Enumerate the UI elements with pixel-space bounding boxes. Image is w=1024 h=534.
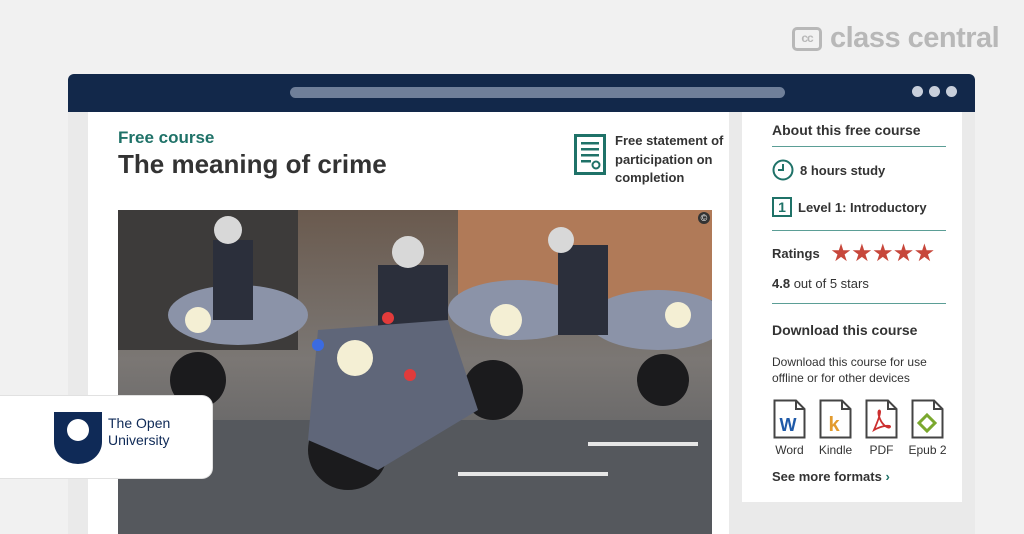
- star-icon: ★: [894, 242, 913, 265]
- level-row: 1 Level 1: Introductory: [772, 197, 946, 217]
- course-level: Level 1: Introductory: [798, 199, 927, 215]
- star-icon: ★: [873, 242, 893, 265]
- window-controls: [912, 86, 957, 97]
- format-word[interactable]: W Word: [772, 399, 807, 457]
- course-hero-image: ©: [118, 210, 712, 534]
- kindle-icon: k: [819, 399, 852, 439]
- open-university-logo-icon: [54, 412, 102, 464]
- level-number-icon: 1: [772, 197, 792, 217]
- download-formats: W Word k Kindle PDF Epub 2: [772, 399, 947, 457]
- class-central-brand[interactable]: cc class central: [792, 22, 1000, 55]
- rating-suffix: out of 5 stars: [793, 276, 869, 291]
- format-label: PDF: [869, 443, 894, 457]
- about-heading: About this free course: [772, 122, 921, 138]
- svg-text:k: k: [828, 414, 840, 436]
- window-dot-icon: [929, 86, 940, 97]
- divider: [772, 230, 946, 231]
- ratings-row: Ratings ★ ★ ★ ★ ★: [772, 243, 946, 264]
- address-bar[interactable]: [290, 87, 785, 98]
- publisher-badge[interactable]: The Open University: [0, 396, 212, 478]
- star-rating: ★ ★ ★ ★ ★: [832, 243, 934, 264]
- divider: [772, 146, 946, 147]
- course-title: The meaning of crime: [118, 149, 387, 179]
- chevron-right-icon: ›: [885, 469, 890, 484]
- star-icon: ★: [914, 242, 934, 265]
- brand-name: class central: [830, 22, 1000, 54]
- certificate-text: Free statement of participation on compl…: [615, 133, 724, 185]
- format-epub[interactable]: Epub 2: [908, 399, 947, 457]
- rating-summary: 4.8 out of 5 stars: [772, 276, 946, 291]
- format-kindle[interactable]: k Kindle: [818, 399, 853, 457]
- divider: [772, 303, 946, 304]
- ratings-label: Ratings: [772, 246, 820, 261]
- rating-value: 4.8: [772, 276, 791, 291]
- study-time: 8 hours study: [800, 162, 886, 178]
- see-more-formats-label: See more formats: [772, 469, 882, 484]
- svg-text:W: W: [780, 415, 797, 435]
- star-icon: ★: [852, 242, 872, 265]
- see-more-formats-link[interactable]: See more formats ›: [772, 469, 890, 484]
- word-icon: W: [773, 399, 806, 439]
- study-time-row: 8 hours study: [772, 159, 946, 181]
- star-icon: ★: [831, 242, 851, 265]
- download-heading: Download this course: [772, 322, 918, 338]
- publisher-name-line: University: [108, 432, 170, 448]
- format-label: Word: [775, 443, 804, 457]
- publisher-name-line: The Open: [108, 415, 171, 431]
- format-pdf[interactable]: PDF: [864, 399, 899, 457]
- course-sidebar: About this free course 8 hours study 1 L…: [742, 112, 962, 502]
- clock-icon: [772, 159, 794, 181]
- certificate-icon: [574, 134, 606, 175]
- window-dot-icon: [912, 86, 923, 97]
- course-label: Free course: [118, 128, 215, 147]
- download-text: Download this course for use offline or …: [772, 355, 927, 385]
- police-motorcycles-illustration: [118, 210, 712, 534]
- browser-title-bar: [68, 74, 975, 112]
- window-dot-icon: [946, 86, 957, 97]
- format-label: Epub 2: [908, 443, 947, 457]
- copyright-icon[interactable]: ©: [698, 212, 710, 224]
- class-central-logo-icon: cc: [792, 26, 822, 51]
- format-label: Kindle: [818, 443, 853, 457]
- epub-icon: [911, 399, 944, 439]
- pdf-icon: [865, 399, 898, 439]
- publisher-name: The Open University: [108, 415, 170, 449]
